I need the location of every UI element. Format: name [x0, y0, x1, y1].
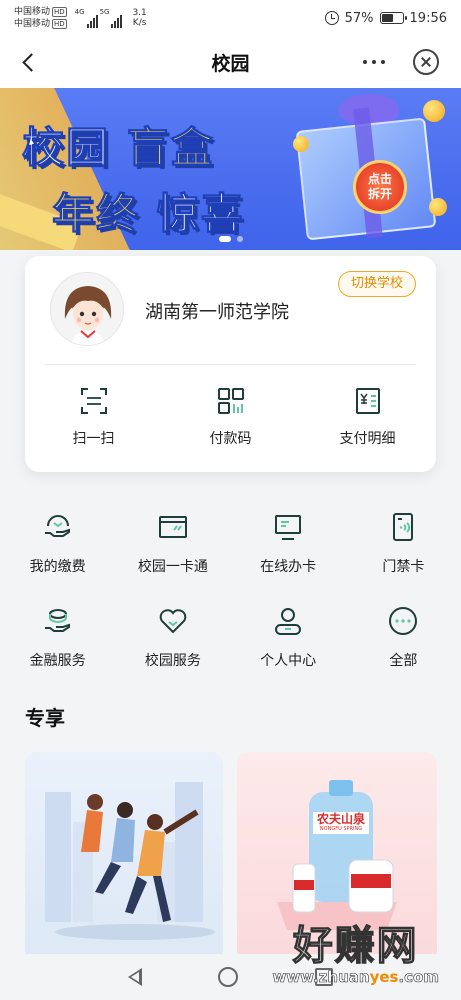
- system-home-icon[interactable]: [218, 967, 239, 987]
- brand-name-en: NONGFU SPRING: [319, 826, 363, 832]
- promo-card-left[interactable]: [25, 752, 223, 962]
- campus-card-icon: [156, 510, 190, 544]
- close-miniapp-button[interactable]: [413, 49, 439, 75]
- watermark-url-a: www.zhuan: [272, 968, 370, 987]
- section-title: 专享: [25, 706, 65, 730]
- banner-headline-1: 校园 盲盒: [21, 114, 215, 175]
- coin-icon-2: [293, 136, 309, 152]
- bill-details-label: 支付明细: [339, 431, 396, 447]
- access-card-icon: [386, 510, 420, 544]
- service-all[interactable]: 全部: [346, 604, 461, 670]
- banner-text-campus: 校园: [21, 123, 111, 173]
- service-label: 个人中心: [260, 653, 317, 669]
- signal-strength-icon-2: [111, 15, 123, 28]
- service-campus-card[interactable]: 校园一卡通: [115, 510, 230, 576]
- signal-icons: 4G 5G: [75, 8, 123, 28]
- payment-hand-icon: [41, 510, 75, 544]
- service-finance[interactable]: 金融服务: [0, 604, 115, 670]
- payment-code-action[interactable]: 付款码: [162, 384, 299, 448]
- person-icon: [271, 604, 305, 638]
- carrier-2: 中国移动: [14, 19, 51, 29]
- service-label: 全部: [389, 653, 418, 669]
- service-label: 门禁卡: [382, 559, 425, 575]
- network-5g-label: 5G: [99, 8, 110, 16]
- clock: 19:56: [409, 10, 447, 26]
- online-card-icon: [271, 510, 305, 544]
- service-access-card[interactable]: 门禁卡: [346, 510, 461, 576]
- carrier-info: 中国移动 HD 中国移动 HD: [14, 6, 67, 30]
- service-label: 校园服务: [144, 653, 201, 669]
- coin-icon-3: [429, 198, 447, 216]
- chevron-left-icon: [21, 52, 41, 72]
- banner-dot: [236, 236, 243, 242]
- service-personal-center[interactable]: 个人中心: [231, 604, 346, 670]
- page-title: 校园: [211, 52, 250, 75]
- battery-icon: [379, 12, 407, 24]
- service-online-card[interactable]: 在线办卡: [231, 510, 346, 576]
- service-label: 在线办卡: [260, 559, 317, 575]
- service-grid: 我的缴费 校园一卡通 在线办卡 门禁卡 金融服务 校园服务 个人中心 全部: [0, 510, 461, 670]
- bill-details-icon: [351, 384, 385, 418]
- heart-service-icon: [156, 604, 190, 638]
- badge-text-1: 点击: [367, 172, 392, 186]
- alarm-icon: [324, 11, 339, 25]
- battery-percent: 57%: [344, 10, 374, 26]
- service-label: 金融服务: [29, 653, 86, 669]
- status-bar: 中国移动 HD 中国移动 HD 4G 5G 3.1 K/s 57% 19:56: [0, 0, 461, 36]
- back-button[interactable]: [14, 48, 42, 76]
- brand-name: 农夫山泉: [316, 812, 365, 826]
- service-campus-service[interactable]: 校园服务: [115, 604, 230, 670]
- watermark-url-b: yes: [369, 968, 399, 986]
- watermark: 好赚网 www.zhuanyes.com: [272, 923, 439, 987]
- network-4g-label: 4G: [74, 8, 85, 16]
- banner-dot-active: [218, 236, 231, 242]
- banner-text-surprise: 惊喜: [156, 189, 245, 239]
- service-label: 我的缴费: [29, 559, 86, 575]
- signal-strength-icon: [86, 15, 98, 28]
- scan-label: 扫一扫: [72, 431, 115, 447]
- promo-banner[interactable]: 校园 盲盒 年终 惊喜 点击 拆开: [0, 88, 461, 250]
- bill-details-action[interactable]: 支付明细: [299, 384, 436, 448]
- scan-action[interactable]: 扫一扫: [25, 384, 162, 448]
- more-options-button[interactable]: [359, 50, 389, 74]
- nav-bar: 校园: [0, 36, 461, 88]
- scan-icon: [77, 384, 111, 418]
- avatar-girl-icon: [51, 273, 123, 345]
- system-back-icon[interactable]: [128, 968, 143, 986]
- speed-value: 3.1: [132, 8, 147, 18]
- watermark-text: 好赚网: [292, 923, 419, 969]
- coin-icon: [423, 100, 445, 122]
- badge-text-2: 拆开: [367, 187, 392, 201]
- banner-pagination: [0, 236, 461, 242]
- divider: [45, 364, 416, 365]
- speed-unit: K/s: [132, 18, 147, 28]
- service-label: 校园一卡通: [137, 559, 208, 575]
- banner-text-blindbox: 盲盒: [126, 123, 215, 173]
- school-name: 湖南第一师范学院: [145, 302, 289, 323]
- running-people-illustration: [45, 782, 215, 940]
- switch-school-button[interactable]: 切换学校: [337, 271, 416, 297]
- banner-text-yearend: 年终: [51, 189, 141, 239]
- card-actions: 扫一扫 付款码 支付明细: [25, 384, 436, 448]
- open-badge-button[interactable]: 点击 拆开: [353, 160, 407, 214]
- more-dots-icon: [386, 604, 420, 638]
- hd-badge: HD: [52, 7, 67, 17]
- payment-code-label: 付款码: [209, 431, 252, 447]
- watermark-url-c: .com: [398, 968, 439, 987]
- carrier-1: 中国移动: [14, 7, 51, 17]
- school-card: 湖南第一师范学院 切换学校 扫一扫 付款码 支付明细: [25, 256, 436, 472]
- hd-badge-2: HD: [52, 19, 67, 29]
- payment-code-icon: [214, 384, 248, 418]
- service-my-payment[interactable]: 我的缴费: [0, 510, 115, 576]
- finance-icon: [41, 604, 75, 638]
- net-speed: 3.1 K/s: [132, 8, 146, 28]
- banner-headline-2: 年终 惊喜: [51, 180, 245, 241]
- watermark-url: www.zhuanyes.com: [272, 968, 439, 987]
- avatar[interactable]: [50, 272, 124, 346]
